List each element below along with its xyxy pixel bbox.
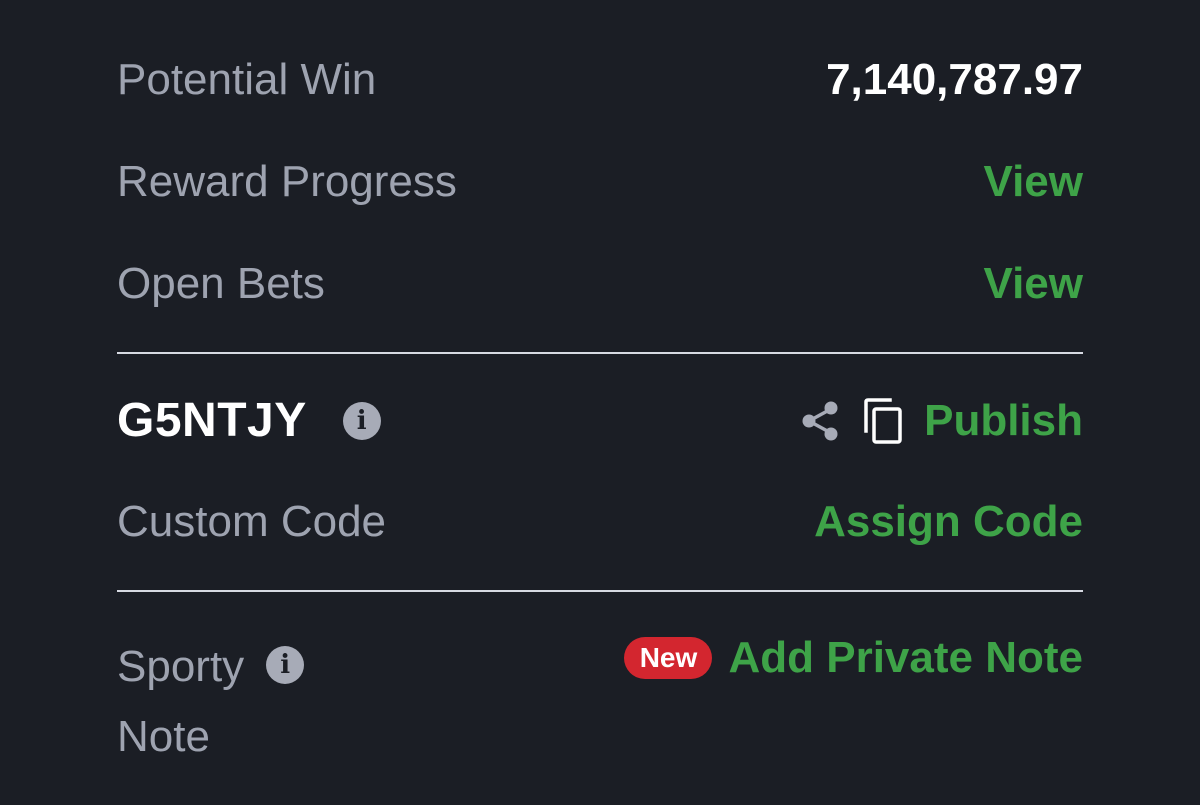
custom-code-row: Custom Code Assign Code [117, 498, 1083, 546]
reward-progress-label: Reward Progress [117, 157, 457, 206]
open-bets-view-link[interactable]: View [984, 262, 1083, 306]
reward-progress-view-link[interactable]: View [984, 160, 1083, 204]
booking-code: G5NTJY [117, 394, 307, 447]
potential-win-value: 7,140,787.97 [826, 55, 1083, 104]
open-bets-label: Open Bets [117, 259, 325, 308]
potential-win-label: Potential Win [117, 55, 377, 104]
info-icon[interactable]: i [342, 402, 381, 440]
booking-code-row: G5NTJY i Publish [117, 394, 1083, 448]
copy-icon[interactable] [862, 397, 904, 445]
divider [117, 590, 1083, 592]
private-note-row: New Add Private Note [117, 634, 1083, 682]
reward-progress-row: Reward Progress View [117, 158, 1083, 206]
potential-win-row: Potential Win 7,140,787.97 [117, 56, 1083, 104]
sporty-note-label-line2: Note [117, 712, 210, 761]
add-private-note-button[interactable]: Add Private Note [728, 636, 1083, 680]
publish-button[interactable]: Publish [924, 399, 1083, 443]
share-icon[interactable] [800, 400, 840, 442]
bet-summary-panel: Potential Win 7,140,787.97 Reward Progre… [117, 0, 1083, 805]
private-note-actions: New Add Private Note [624, 636, 1083, 680]
booking-code-group: G5NTJY i [117, 397, 381, 445]
assign-code-button[interactable]: Assign Code [814, 500, 1083, 544]
custom-code-label: Custom Code [117, 497, 387, 546]
new-badge: New [624, 637, 713, 679]
booking-actions: Publish [800, 397, 1083, 445]
divider [117, 352, 1083, 354]
open-bets-row: Open Bets View [117, 260, 1083, 308]
